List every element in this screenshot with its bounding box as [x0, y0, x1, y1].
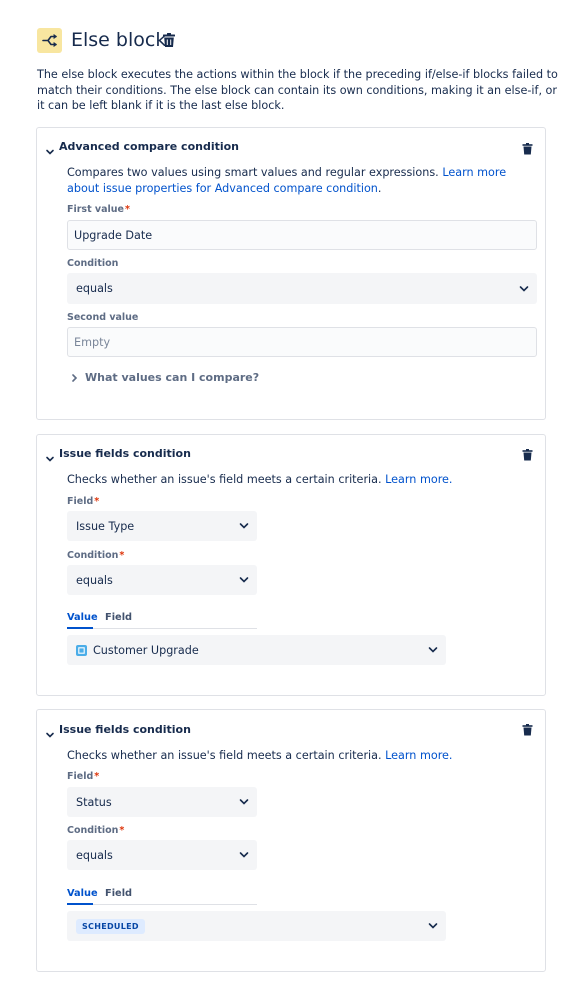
tab-field[interactable]: Field — [105, 612, 132, 624]
value-select[interactable]: Customer Upgrade — [67, 635, 446, 665]
required-marker: * — [119, 825, 125, 836]
required-marker: * — [125, 204, 130, 215]
block-description: The else block executes the actions with… — [37, 68, 558, 113]
card-title: Issue fields condition — [59, 447, 191, 460]
delete-condition-trash-icon[interactable] — [522, 446, 533, 461]
collapse-chevron-down-icon[interactable] — [45, 725, 55, 738]
condition-select-value: equals — [76, 282, 113, 295]
condition-select[interactable]: equals — [67, 840, 257, 870]
chevron-down-icon — [428, 647, 438, 653]
condition-select-value: equals — [76, 848, 113, 862]
second-value-input[interactable]: Empty — [67, 327, 537, 357]
chevron-down-icon — [428, 923, 438, 929]
card-description: Checks whether an issue's field meets a … — [67, 472, 532, 488]
description-text: Checks whether an issue's field meets a … — [67, 473, 382, 486]
delete-condition-trash-icon[interactable] — [522, 721, 533, 736]
condition-select[interactable]: equals — [67, 565, 257, 595]
condition-select-value: equals — [76, 573, 113, 587]
tab-value[interactable]: Value — [67, 612, 98, 624]
condition-select[interactable]: equals — [67, 273, 537, 304]
field-label-text: Field — [67, 771, 94, 782]
field-select-value: Status — [76, 795, 112, 809]
tab-divider — [67, 904, 257, 905]
delete-block-trash-icon[interactable] — [162, 33, 176, 48]
field-label: Field* — [67, 771, 99, 783]
field-label: Field* — [67, 496, 99, 508]
required-marker: * — [94, 771, 100, 782]
condition-label-text: Condition — [67, 825, 119, 836]
condition-label: Condition — [67, 258, 119, 269]
chevron-right-icon — [72, 373, 78, 382]
issue-type-icon — [76, 644, 87, 656]
first-value-label: First value* — [67, 204, 130, 216]
delete-condition-trash-icon[interactable] — [522, 140, 533, 155]
first-value-label-text: First value — [67, 204, 124, 215]
page-title: Else block — [71, 29, 167, 51]
card-title: Advanced compare condition — [59, 140, 240, 153]
tab-field[interactable]: Field — [105, 888, 132, 900]
field-select[interactable]: Issue Type — [67, 511, 257, 541]
what-values-expander[interactable]: What values can I compare? — [70, 371, 259, 384]
field-select[interactable]: Status — [67, 787, 257, 817]
field-label-text: Field — [67, 496, 94, 507]
collapse-chevron-down-icon[interactable] — [45, 449, 55, 462]
tab-value[interactable]: Value — [67, 888, 98, 900]
else-block-icon — [37, 28, 62, 53]
field-select-value: Issue Type — [76, 519, 135, 533]
value-select[interactable]: SCHEDULED — [67, 911, 446, 941]
card-title: Issue fields condition — [59, 723, 191, 736]
chevron-down-icon — [239, 523, 249, 529]
required-marker: * — [94, 496, 100, 507]
status-lozenge: SCHEDULED — [76, 918, 145, 934]
active-tab-underline — [67, 903, 93, 905]
description-text: Compares two values using smart values a… — [67, 166, 439, 179]
active-tab-underline — [67, 627, 93, 629]
learn-more-link[interactable]: Learn more. — [385, 473, 452, 486]
chevron-down-icon — [519, 285, 529, 292]
expander-label: What values can I compare? — [85, 371, 260, 384]
first-value-input[interactable]: Upgrade Date — [67, 220, 537, 250]
required-marker: * — [119, 550, 125, 561]
chevron-down-icon — [239, 799, 249, 805]
description-text: Checks whether an issue's field meets a … — [67, 749, 382, 762]
tab-divider — [67, 628, 257, 629]
card-description: Checks whether an issue's field meets a … — [67, 748, 532, 764]
card-description: Compares two values using smart values a… — [67, 165, 532, 196]
chevron-down-icon — [239, 852, 249, 858]
condition-label: Condition* — [67, 550, 124, 562]
value-select-text: Customer Upgrade — [93, 643, 199, 657]
collapse-chevron-down-icon[interactable] — [45, 142, 55, 155]
description-end: . — [377, 181, 382, 195]
condition-label: Condition* — [67, 825, 124, 837]
learn-more-link[interactable]: Learn more. — [385, 749, 452, 762]
condition-label-text: Condition — [67, 550, 119, 561]
second-value-label: Second value — [67, 312, 139, 323]
chevron-down-icon — [239, 577, 249, 583]
